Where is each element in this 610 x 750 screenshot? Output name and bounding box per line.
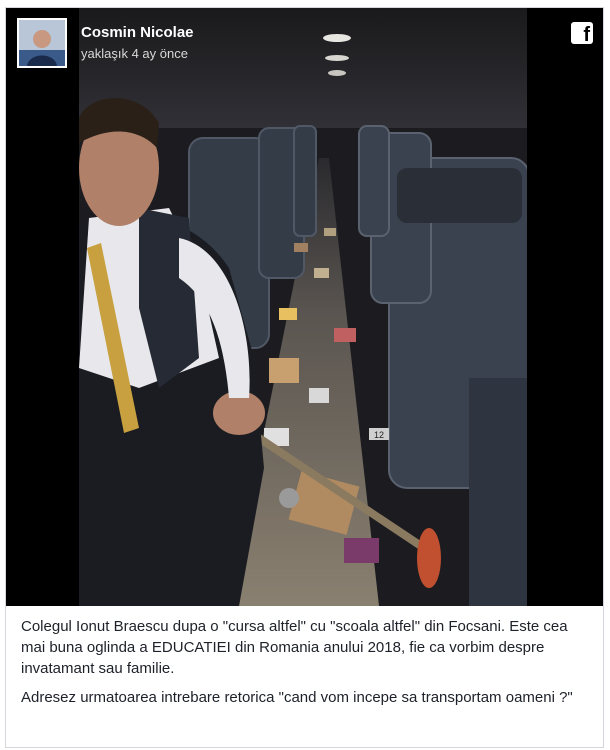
post-timestamp[interactable]: yaklaşık 4 ay önce — [81, 46, 188, 61]
facebook-post: 12 Cosmin Nicolae yaklaşık 4 ay önce f C… — [5, 7, 604, 748]
author-name[interactable]: Cosmin Nicolae — [81, 24, 194, 41]
caption-paragraph: Colegul Ionut Braescu dupa o "cursa altf… — [21, 618, 568, 677]
svg-text:12: 12 — [374, 430, 384, 440]
facebook-icon[interactable]: f — [571, 22, 593, 46]
post-caption: Colegul Ionut Braescu dupa o "cursa altf… — [6, 606, 603, 716]
post-header: Cosmin Nicolae yaklaşık 4 ay önce f — [6, 8, 603, 78]
caption-paragraph: Adresez urmatoarea intrebare retorica "c… — [21, 689, 573, 706]
author-avatar[interactable] — [17, 18, 67, 68]
post-media: 12 Cosmin Nicolae yaklaşık 4 ay önce f — [6, 8, 603, 606]
post-photo[interactable]: 12 — [79, 8, 527, 606]
